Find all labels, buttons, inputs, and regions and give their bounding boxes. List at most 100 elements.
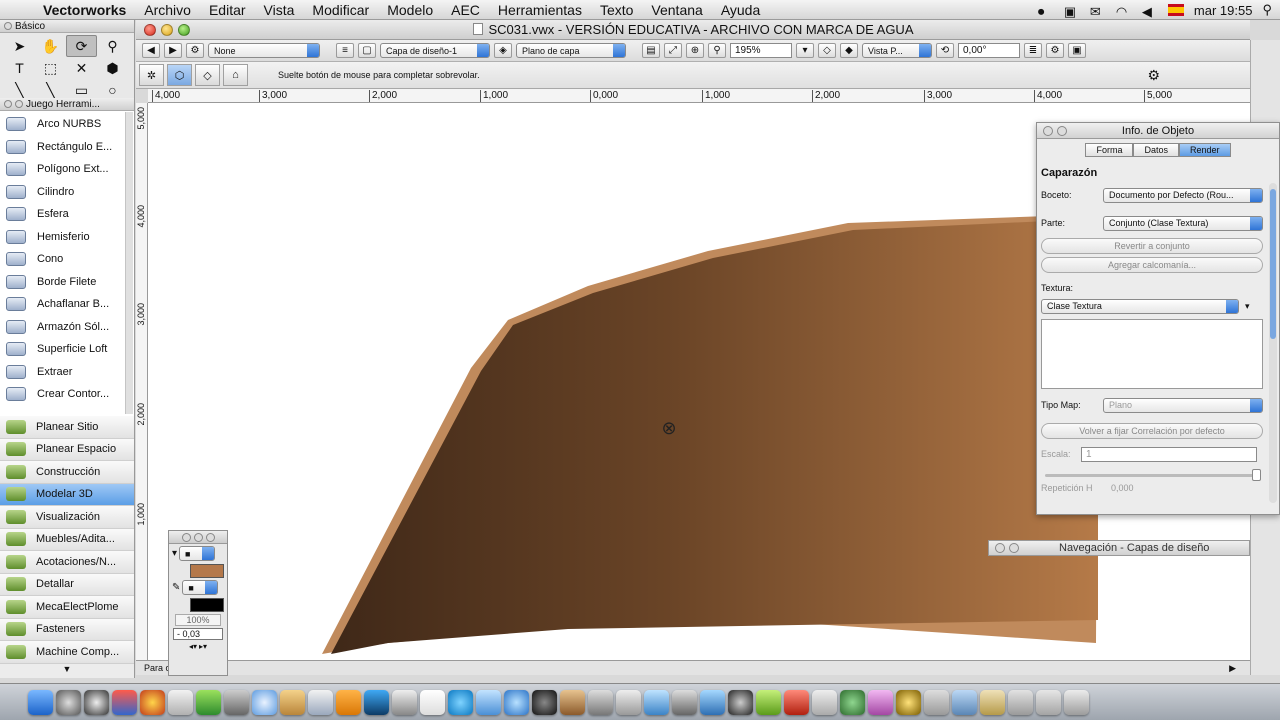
app-red-icon[interactable] [784, 689, 809, 715]
extra-options-icon[interactable]: ▣ [1068, 43, 1086, 58]
layer-plane-icon[interactable]: ◈ [494, 43, 512, 58]
wifi-icon[interactable]: ◠ [1116, 4, 1132, 19]
tool-rectangulo-extruido[interactable]: Rectángulo E... [0, 136, 134, 159]
texture-menu-icon[interactable]: ▾ [1245, 301, 1250, 312]
tool-preferences-gear-icon[interactable]: ⚙ [1147, 67, 1160, 84]
tool-poligono-extruido[interactable]: Polígono Ext... [0, 158, 134, 181]
tool-armazon-solido[interactable]: Armazón Sól... [0, 316, 134, 339]
palette-close-icon[interactable] [4, 22, 12, 30]
class-options-icon[interactable]: ⚙ [186, 43, 204, 58]
dashboard-icon[interactable] [56, 689, 81, 715]
selection-tool-icon[interactable]: ➤ [4, 35, 35, 57]
oip-scroll-thumb[interactable] [1270, 189, 1276, 339]
group-planear-sitio[interactable]: Planear Sitio [0, 416, 134, 439]
opacity-field[interactable]: 100% [175, 614, 221, 626]
palette-minimize-icon[interactable] [193, 532, 203, 542]
calendar-icon[interactable] [420, 689, 445, 715]
zoom-field[interactable]: 195% [730, 43, 792, 58]
sheet-icon[interactable]: ▤ [642, 43, 660, 58]
script-editor-icon[interactable] [392, 689, 417, 715]
menu-app[interactable]: Vectorworks [34, 2, 135, 18]
system-prefs-icon[interactable] [84, 689, 109, 715]
tool-achaflanar-borde[interactable]: Achaflanar B... [0, 293, 134, 316]
spotlight-icon[interactable]: ⚲ [1262, 2, 1272, 18]
app-pink-icon[interactable] [868, 689, 893, 715]
downloads-folder-icon[interactable] [952, 689, 977, 715]
app-gold-icon[interactable] [896, 689, 921, 715]
layers-icon[interactable]: ≡ [336, 43, 354, 58]
trash-icon[interactable] [1064, 689, 1089, 715]
menu-ayuda[interactable]: Ayuda [712, 2, 769, 18]
tab-forma[interactable]: Forma [1085, 143, 1134, 157]
palette-zoom-icon[interactable] [15, 100, 23, 108]
menu-modificar[interactable]: Modificar [303, 2, 378, 18]
close-x-tool-icon[interactable]: ✕ [66, 57, 97, 79]
tool-superficie-loft[interactable]: Superficie Loft [0, 338, 134, 361]
menu-aec[interactable]: AEC [442, 2, 489, 18]
projection-icon[interactable]: ◇ [818, 43, 836, 58]
stack-folder-icon[interactable] [1036, 689, 1061, 715]
menu-herramientas[interactable]: Herramientas [489, 2, 591, 18]
menu-vista[interactable]: Vista [255, 2, 304, 18]
groups-expand-arrow-icon[interactable]: ▼ [0, 664, 134, 674]
palette-close-icon[interactable] [181, 532, 191, 542]
palette-close-icon[interactable] [995, 543, 1005, 553]
pen-color-swatch[interactable] [190, 598, 224, 612]
tipo-map-popup[interactable]: Plano [1103, 397, 1263, 413]
garageband-icon[interactable] [756, 689, 781, 715]
view-center-mode-icon[interactable]: ⬡ [167, 64, 192, 86]
arrow-end-icon[interactable]: ▸▾ [199, 642, 207, 651]
marquee-tool-icon[interactable]: ⬚ [35, 57, 66, 79]
menu-ventana[interactable]: Ventana [642, 2, 711, 18]
sketchup-icon[interactable] [196, 689, 221, 715]
screenshot-icon[interactable] [588, 689, 613, 715]
palette-zoom-icon[interactable] [205, 532, 215, 542]
utility-icon[interactable] [224, 689, 249, 715]
preview-icon[interactable] [308, 689, 333, 715]
arrow-start-icon[interactable]: ◂▾ [189, 642, 197, 651]
documents-folder-icon[interactable] [980, 689, 1005, 715]
escala-field[interactable]: 1 [1081, 446, 1257, 462]
plan-rotation-field[interactable]: 0,00° [958, 43, 1020, 58]
slider-thumb[interactable] [1252, 469, 1261, 481]
render-mode-icon[interactable]: ◆ [840, 43, 858, 58]
group-fasteners[interactable]: Fasteners [0, 618, 134, 641]
imovie-icon[interactable] [672, 689, 697, 715]
tool-hemisferio[interactable]: Hemisferio [0, 226, 134, 249]
quicktime-icon[interactable] [728, 689, 753, 715]
safari-icon[interactable] [252, 689, 277, 715]
revert-to-set-button[interactable]: Revertir a conjunto [1041, 238, 1263, 254]
clock[interactable]: mar 19:55 [1194, 3, 1253, 18]
firefox-icon[interactable] [112, 689, 137, 715]
saved-views-icon[interactable]: ≣ [1024, 43, 1042, 58]
menu-archivo[interactable]: Archivo [135, 2, 200, 18]
parte-popup[interactable]: Conjunto (Clase Textura) [1103, 215, 1263, 231]
texture-popup[interactable]: Clase Textura [1041, 298, 1239, 314]
palette-zoom-icon[interactable] [1009, 543, 1019, 553]
archive-icon[interactable] [280, 689, 305, 715]
photoshop-icon[interactable] [364, 689, 389, 715]
group-machine-components[interactable]: Machine Comp... [0, 641, 134, 664]
illustrator-icon[interactable] [336, 689, 361, 715]
flyover-tool-icon[interactable]: ⟳ [66, 35, 97, 57]
rotate-plan-icon[interactable]: ⟲ [936, 43, 954, 58]
scroll-arrows-icon[interactable]: ▶ [1229, 663, 1236, 674]
text-tool-icon[interactable]: T [4, 57, 35, 79]
menu-texto[interactable]: Texto [591, 2, 642, 18]
ichat-icon[interactable] [700, 689, 725, 715]
group-acotaciones[interactable]: Acotaciones/N... [0, 551, 134, 574]
group-detallar[interactable]: Detallar [0, 573, 134, 596]
time-machine-icon[interactable] [840, 689, 865, 715]
working-plane-mode-icon[interactable]: ◇ [195, 64, 220, 86]
escala-slider[interactable] [1045, 469, 1261, 481]
word-icon[interactable] [644, 689, 669, 715]
finder-icon[interactable] [28, 689, 53, 715]
view-options-icon[interactable]: ⚙ [1046, 43, 1064, 58]
oip-scrollbar[interactable] [1269, 183, 1277, 503]
menu-editar[interactable]: Editar [200, 2, 255, 18]
tool-cono[interactable]: Cono [0, 248, 134, 271]
activity-monitor-icon[interactable] [924, 689, 949, 715]
active-layer-popup[interactable]: Capa de diseño-1 [380, 43, 490, 58]
tool-extraer[interactable]: Extraer [0, 361, 134, 384]
standard-view-popup[interactable]: Vista P... [862, 43, 932, 58]
